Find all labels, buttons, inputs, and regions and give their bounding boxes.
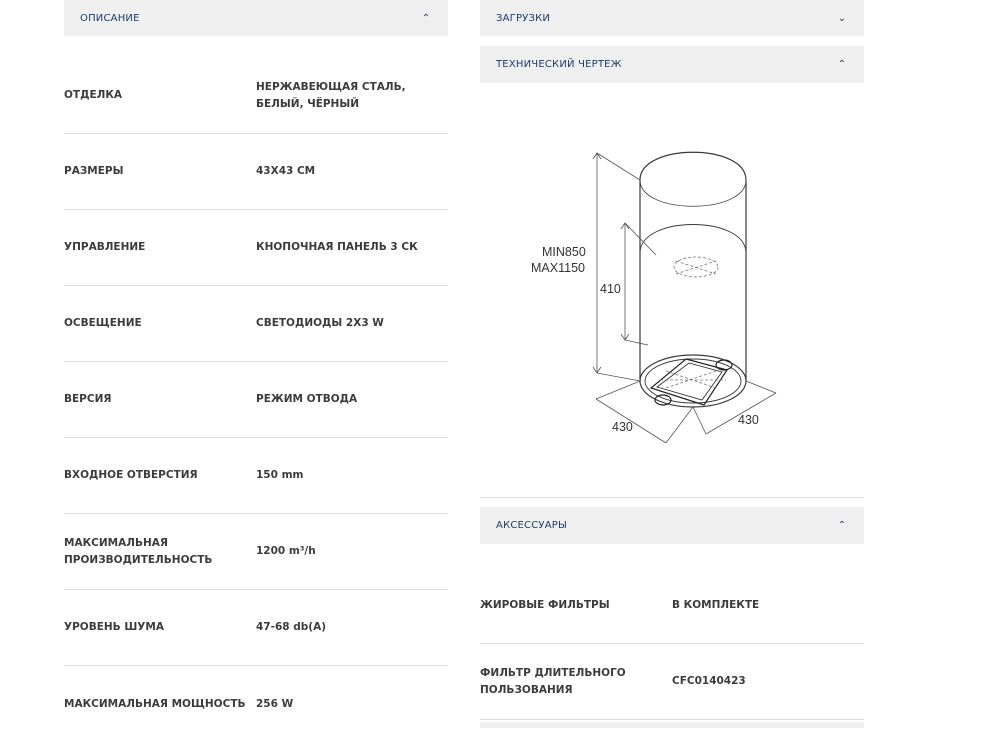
spec-row-dimensions: РАЗМЕРЫ 43X43 CM — [64, 134, 448, 210]
spec-label: ОТДЕЛКА — [64, 89, 123, 101]
width-right-label: 430 — [738, 413, 759, 427]
spec-row-max-capacity: МАКСИМАЛЬНАЯ ПРОИЗВОДИТЕЛЬНОСТЬ 1200 m³/… — [64, 514, 448, 590]
outlet-dashed — [660, 256, 726, 389]
description-panel: ОПИСАНИЕ ⌃ ОТДЕЛКА НЕРЖАВЕЮЩАЯ СТАЛЬ, БЕ… — [64, 0, 448, 742]
spec-label: ВХОДНОЕ ОТВЕРСТИЯ — [64, 469, 198, 481]
spec-row-control: УПРАВЛЕНИЕ КНОПОЧНАЯ ПАНЕЛЬ 3 СК — [64, 210, 448, 286]
spec-label: ВЕРСИЯ — [64, 393, 112, 405]
technical-drawing-accordion-header[interactable]: ТЕХНИЧЕСКИЙ ЧЕРТЕЖ ⌃ — [480, 46, 864, 83]
downloads-title: ЗАГРУЗКИ — [496, 12, 551, 24]
spec-value: НЕРЖАВЕЮЩАЯ СТАЛЬ, БЕЛЫЙ, ЧЁРНЫЙ — [256, 80, 406, 110]
spec-label: УРОВЕНЬ ШУМА — [64, 621, 164, 633]
cylinder-top-back-arc — [639, 179, 747, 207]
spec-label: ЖИРОВЫЕ ФИЛЬТРЫ — [480, 599, 610, 611]
spec-value: КНОПОЧНАЯ ПАНЕЛЬ 3 СК — [256, 241, 418, 253]
spec-row-version: ВЕРСИЯ РЕЖИМ ОТВОДА — [64, 362, 448, 438]
width-left-label: 430 — [612, 420, 633, 434]
chevron-up-icon: ⌃ — [837, 520, 847, 531]
acc-row-long-life-filter: ФИЛЬТР ДЛИТЕЛЬНОГО ПОЛЬЗОВАНИЯ CFC014042… — [480, 644, 864, 720]
description-title: ОПИСАНИЕ — [80, 12, 140, 24]
chevron-down-icon: ⌄ — [837, 12, 847, 24]
spec-value: CFC0140423 — [672, 675, 746, 687]
cylinder-top-arc — [639, 151, 747, 181]
downloads-accordion-header[interactable]: ЗАГРУЗКИ ⌄ — [480, 0, 864, 36]
cylinder-bottom — [639, 354, 747, 408]
cylinder-mid-arc — [639, 224, 747, 254]
chevron-up-icon: ⌃ — [837, 59, 847, 70]
next-accordion-header[interactable] — [480, 722, 864, 728]
description-accordion-header[interactable]: ОПИСАНИЕ ⌃ — [64, 0, 448, 36]
spec-value: 1200 m³/h — [256, 545, 316, 557]
accessories-title: АКСЕССУАРЫ — [496, 520, 567, 531]
technical-drawing: MIN850 MAX1150 410 430 430 — [531, 151, 777, 444]
spec-value: 150 mm — [256, 469, 304, 481]
spec-row-noise: УРОВЕНЬ ШУМА 47-68 db(A) — [64, 590, 448, 666]
dimension-labels: MIN850 MAX1150 410 430 430 — [531, 245, 759, 434]
acc-row-grease-filters: ЖИРОВЫЕ ФИЛЬТРЫ В КОМПЛЕКТЕ — [480, 568, 864, 644]
spec-label: ОСВЕЩЕНИЕ — [64, 317, 142, 329]
min-height-label: MIN850 — [542, 245, 586, 259]
spec-value: 256 W — [256, 697, 294, 710]
light-left — [715, 359, 733, 371]
accessories-accordion-header[interactable]: АКСЕССУАРЫ ⌃ — [480, 507, 864, 544]
spec-label: ФИЛЬТР ДЛИТЕЛЬНОГО ПОЛЬЗОВАНИЯ — [480, 666, 626, 696]
inner-height-label: 410 — [600, 282, 621, 296]
max-height-label: MAX1150 — [531, 261, 585, 275]
spec-label: УПРАВЛЕНИЕ — [64, 241, 146, 253]
spec-value: СВЕТОДИОДЫ 2X3 W — [256, 317, 384, 329]
dimension-ticks — [592, 152, 630, 374]
spec-row-finish: ОТДЕЛКА НЕРЖАВЕЮЩАЯ СТАЛЬ, БЕЛЫЙ, ЧЁРНЫЙ — [64, 58, 448, 134]
technical-drawing-area: MIN850 MAX1150 410 430 430 — [480, 83, 864, 498]
side-panel: ЗАГРУЗКИ ⌄ ТЕХНИЧЕСКИЙ ЧЕРТЕЖ ⌃ MIN850 M… — [480, 0, 864, 728]
spec-label: РАЗМЕРЫ — [64, 165, 124, 177]
chevron-up-icon: ⌃ — [421, 12, 431, 24]
spec-row-lighting: ОСВЕЩЕНИЕ СВЕТОДИОДЫ 2X3 W — [64, 286, 448, 362]
spec-value: РЕЖИМ ОТВОДА — [256, 393, 358, 405]
spec-value: В КОМПЛЕКТЕ — [672, 599, 760, 611]
spec-label: МАКСИМАЛЬНАЯ ПРОИЗВОДИТЕЛЬНОСТЬ — [64, 536, 213, 566]
spec-row-inlet: ВХОДНОЕ ОТВЕРСТИЯ 150 mm — [64, 438, 448, 514]
spec-value: 43X43 CM — [256, 165, 316, 177]
spec-value: 47-68 db(A) — [256, 621, 326, 633]
spec-row-max-power: МАКСИМАЛЬНАЯ МОЩНОСТЬ 256 W — [64, 666, 448, 742]
technical-drawing-title: ТЕХНИЧЕСКИЙ ЧЕРТЕЖ — [496, 59, 622, 70]
spec-label: МАКСИМАЛЬНАЯ МОЩНОСТЬ — [64, 697, 246, 710]
